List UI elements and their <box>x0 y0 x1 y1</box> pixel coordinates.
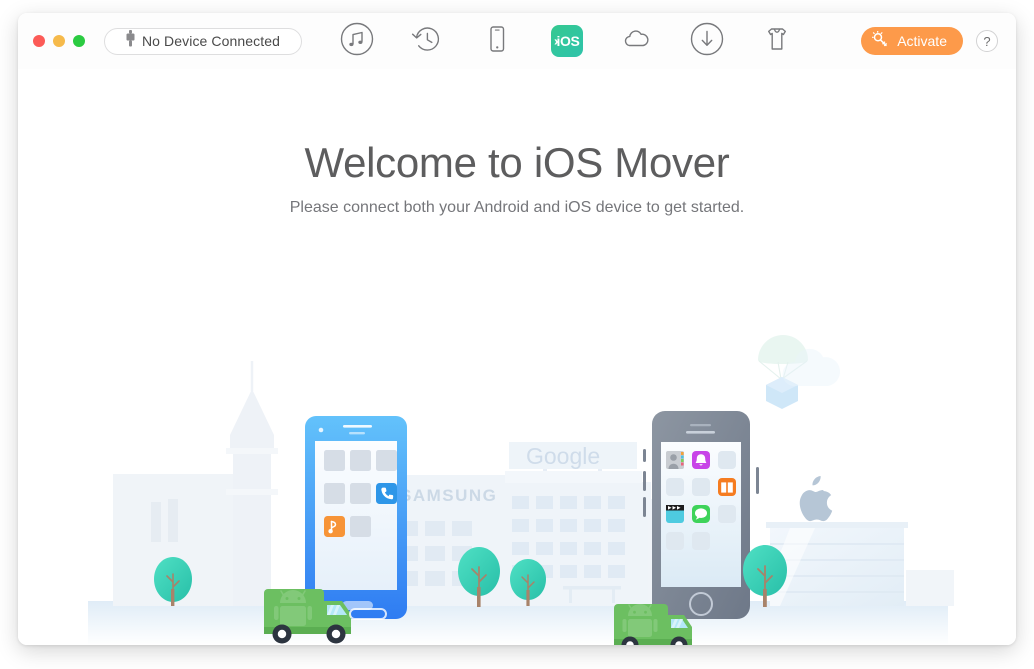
toolbar-item-iosmover[interactable]: › iOS <box>532 19 602 63</box>
history-clock-icon <box>410 22 444 61</box>
samsung-sign: SAMSUNG <box>400 486 497 505</box>
phone-app-icon <box>376 483 397 504</box>
ringtone-app-icon <box>692 451 710 469</box>
traffic-lights <box>33 35 85 47</box>
toolbar-item-backup[interactable] <box>392 19 462 63</box>
app-window: No Device Connected › iOS Activate ? Wel… <box>18 13 1016 645</box>
google-sign: Google <box>526 443 600 469</box>
android-phone <box>305 416 407 619</box>
page-title: Welcome to iOS Mover <box>304 139 730 186</box>
minimize-window-button[interactable] <box>53 35 65 47</box>
ringtone-shirt-icon <box>760 22 794 61</box>
music-note-circle-icon <box>340 22 374 61</box>
main-content: Welcome to iOS Mover Please connect both… <box>18 69 1016 645</box>
ios-badge-chevron: › <box>554 33 559 49</box>
device-status-label: No Device Connected <box>141 33 281 49</box>
building-tower <box>226 361 278 606</box>
ios-mover-badge-icon: › iOS <box>551 25 583 57</box>
books-app-icon <box>718 478 736 496</box>
page-subtitle: Please connect both your Android and iOS… <box>289 199 745 216</box>
toolbar-item-music[interactable] <box>322 19 392 63</box>
key-icon <box>871 30 889 51</box>
titlebar: No Device Connected › iOS Activate ? <box>18 13 1016 69</box>
help-button[interactable]: ? <box>976 30 998 52</box>
music-app-icon <box>324 516 345 537</box>
phone-outline-icon <box>480 22 514 61</box>
close-window-button[interactable] <box>33 35 45 47</box>
toolbar-item-device[interactable] <box>462 19 532 63</box>
toolbar-item-download[interactable] <box>672 19 742 63</box>
messages-app-icon <box>692 505 710 523</box>
apple-logo-icon <box>799 476 833 522</box>
activate-label: Activate <box>897 33 947 49</box>
ios-phone <box>643 411 759 619</box>
activate-button[interactable]: Activate <box>861 27 963 55</box>
download-circle-icon <box>690 22 724 61</box>
building-apple <box>766 476 954 606</box>
plug-icon <box>126 30 135 52</box>
video-app-icon <box>666 505 684 523</box>
welcome-illustration: SAMSUNG Google <box>18 249 1016 645</box>
titlebar-right: Activate ? <box>861 27 998 55</box>
toolbar-icons: › iOS <box>322 19 812 63</box>
cloud-icon <box>620 22 654 61</box>
contacts-app-icon <box>666 451 684 469</box>
maximize-window-button[interactable] <box>73 35 85 47</box>
device-status-pill[interactable]: No Device Connected <box>104 27 302 55</box>
toolbar-item-cloud[interactable] <box>602 19 672 63</box>
toolbar-item-ringtone[interactable] <box>742 19 812 63</box>
